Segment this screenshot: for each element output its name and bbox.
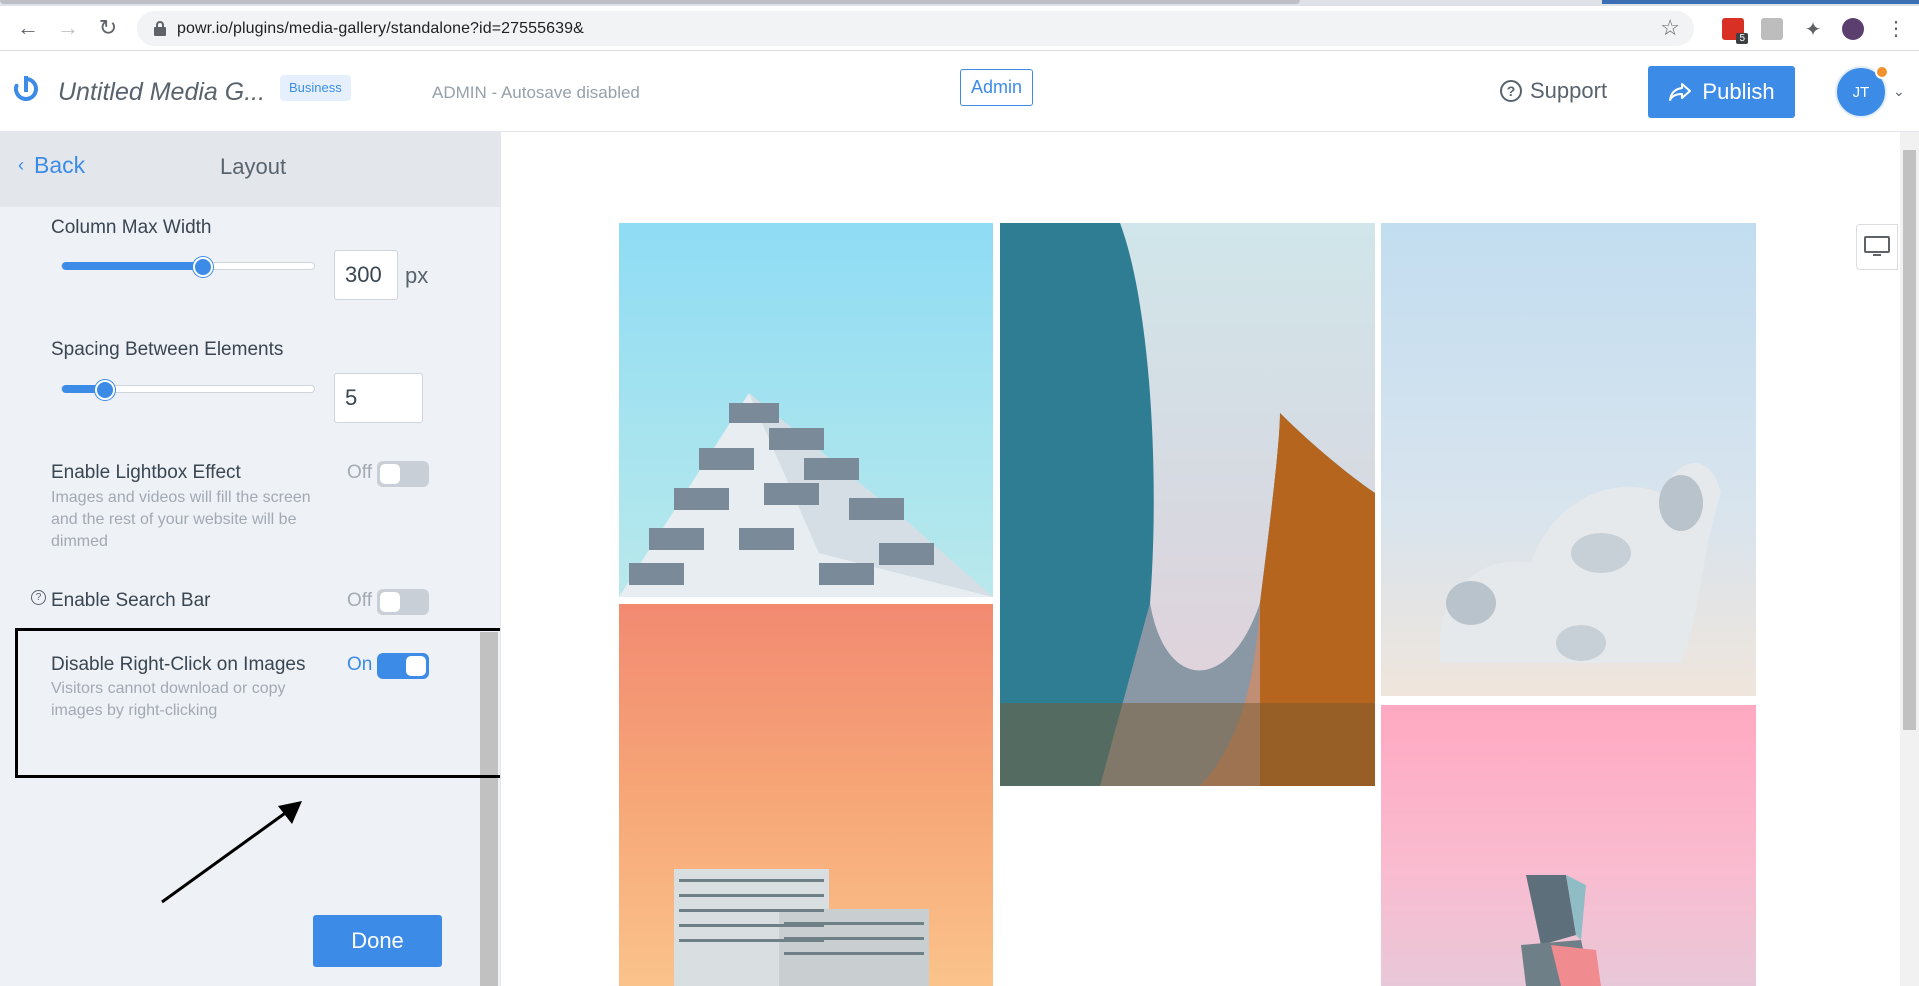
publish-button[interactable]: Publish: [1648, 66, 1795, 118]
preview-scrollbar[interactable]: [1900, 132, 1919, 986]
chevron-left-icon: ‹: [18, 155, 24, 175]
app-title[interactable]: Untitled Media G...: [58, 78, 265, 107]
search-bar-toggle-state: Off: [347, 590, 372, 611]
spacing-slider[interactable]: [61, 380, 315, 400]
support-link[interactable]: ? Support: [1500, 78, 1607, 104]
curved-glass-building-photo[interactable]: [1000, 223, 1375, 786]
back-arrow-icon[interactable]: ←: [14, 14, 42, 42]
support-label: Support: [1530, 78, 1608, 103]
profile-avatar-icon[interactable]: [1842, 18, 1864, 40]
sculpture-illustration: [1439, 463, 1721, 663]
share-arrow-icon: [1669, 83, 1692, 101]
powr-logo-icon[interactable]: [13, 76, 39, 110]
puzzle-extensions-icon[interactable]: ✦: [1799, 15, 1827, 43]
slider-handle[interactable]: [193, 257, 213, 277]
admin-button[interactable]: Admin: [960, 69, 1034, 106]
annotation-arrow: [161, 801, 302, 904]
done-button[interactable]: Done: [313, 915, 442, 967]
slider-fill: [62, 262, 204, 270]
sidebar-title: Layout: [220, 154, 287, 179]
search-bar-label: Enable Search Bar: [51, 590, 211, 611]
lightbox-toggle-state: Off: [347, 462, 372, 483]
glass-building-illustration: [1000, 223, 1375, 786]
browser-tab-active[interactable]: [1602, 0, 1919, 4]
question-circle-icon: ?: [1500, 80, 1522, 102]
monitor-icon: [1864, 236, 1890, 256]
reload-icon[interactable]: ↻: [94, 14, 122, 42]
app-header: Untitled Media G... Business ADMIN - Aut…: [0, 51, 1919, 132]
extension-badge: 5: [1736, 33, 1748, 44]
help-icon[interactable]: ?: [31, 590, 46, 605]
forward-arrow-icon[interactable]: →: [54, 14, 82, 42]
url-text: powr.io/plugins/media-gallery/standalone…: [177, 20, 584, 37]
back-link[interactable]: ‹ Back: [18, 152, 85, 179]
column-max-width-input[interactable]: 300: [334, 250, 398, 300]
lightbox-toggle[interactable]: [377, 461, 429, 487]
pink-sky-tower-photo[interactable]: [1381, 705, 1756, 986]
kebab-menu-icon[interactable]: ⋮: [1882, 14, 1910, 42]
notification-dot: [1875, 65, 1889, 79]
spacing-input[interactable]: 5: [334, 373, 423, 423]
pink-tower-illustration: [1521, 875, 1601, 986]
search-bar-toggle[interactable]: [377, 589, 429, 615]
address-bar[interactable]: powr.io/plugins/media-gallery/standalone…: [137, 11, 1694, 46]
browser-toolbar: ← → ↻ powr.io/plugins/media-gallery/stan…: [0, 6, 1919, 51]
desktop-preview-toggle[interactable]: [1856, 224, 1898, 270]
white-sculpture-photo[interactable]: [1381, 223, 1756, 696]
toggle-knob: [380, 464, 400, 484]
lightbox-description: Images and videos will fill the screen a…: [51, 489, 311, 550]
chevron-down-icon[interactable]: ⌄: [1893, 83, 1905, 100]
column-max-width-unit: px: [405, 263, 429, 288]
extension-icon-photo[interactable]: [1761, 18, 1783, 40]
plan-badge: Business: [280, 75, 351, 101]
orange-building-illustration: [674, 869, 929, 986]
column-max-width-label: Column Max Width: [51, 217, 212, 238]
extension-icon-red[interactable]: 5: [1722, 18, 1748, 44]
slider-handle[interactable]: [95, 380, 115, 400]
column-max-width-slider[interactable]: [61, 257, 315, 277]
sidebar-header: ‹ Back Layout: [0, 132, 500, 207]
balconies-illustration: [619, 393, 993, 597]
publish-label: Publish: [1702, 79, 1775, 104]
back-label: Back: [34, 152, 86, 178]
browser-tab[interactable]: [0, 0, 1300, 4]
autosave-status: ADMIN - Autosave disabled: [432, 83, 640, 102]
lock-icon: [154, 21, 166, 36]
scrollbar-thumb[interactable]: [1903, 150, 1916, 730]
bookmark-star-icon[interactable]: ☆: [1660, 15, 1680, 41]
building-balconies-photo[interactable]: [619, 223, 993, 597]
annotation-highlight-box: [15, 628, 560, 778]
lightbox-label: Enable Lightbox Effect: [51, 462, 241, 483]
toggle-knob: [380, 592, 400, 612]
orange-sky-building-photo[interactable]: [619, 604, 993, 986]
spacing-label: Spacing Between Elements: [51, 339, 284, 360]
